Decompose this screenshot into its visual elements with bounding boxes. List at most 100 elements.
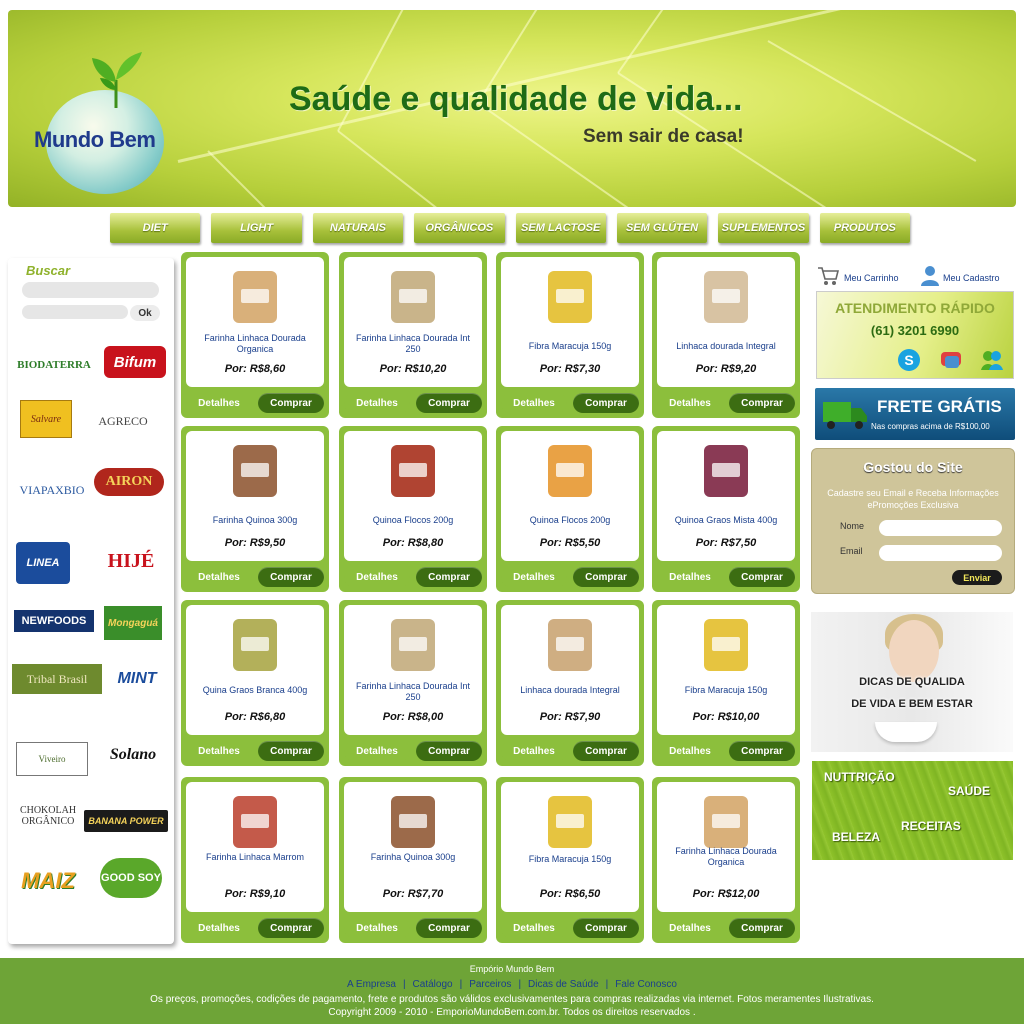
brand-mint[interactable]: MINT (112, 662, 162, 696)
brand-agreco[interactable]: AGRECO (94, 396, 152, 446)
product-image[interactable] (548, 796, 592, 848)
account-link[interactable]: Meu Cadastro (943, 273, 1000, 283)
product-name[interactable]: Linhaca dourada Integral (507, 685, 633, 696)
details-button[interactable]: Detalhes (186, 567, 252, 587)
footer-link-catalogo[interactable]: Catálogo (413, 979, 453, 990)
buy-button[interactable]: Comprar (416, 918, 482, 938)
details-button[interactable]: Detalhes (657, 567, 723, 587)
product-name[interactable]: Farinha Linhaca Dourada Int 250 (350, 681, 476, 703)
product-image[interactable] (704, 445, 748, 497)
product-name[interactable]: Quinoa Graos Mista 400g (663, 515, 789, 526)
product-name[interactable]: Farinha Linhaca Dourada Int 250 (350, 333, 476, 355)
cart-link[interactable]: Meu Carrinho (844, 273, 899, 283)
buy-button[interactable]: Comprar (258, 393, 324, 413)
search-ok-button[interactable]: Ok (130, 305, 160, 321)
brand-good-soy[interactable]: GOOD SOY (100, 858, 162, 898)
product-image[interactable] (391, 796, 435, 848)
email-field[interactable] (879, 545, 1002, 561)
details-button[interactable]: Detalhes (344, 567, 410, 587)
buy-button[interactable]: Comprar (729, 393, 795, 413)
nav-tab-light[interactable]: LIGHT (211, 213, 302, 243)
details-button[interactable]: Detalhes (501, 918, 567, 938)
details-button[interactable]: Detalhes (501, 567, 567, 587)
brand-linea[interactable]: LINEA (16, 542, 70, 584)
brand-viapaxbio[interactable]: VIAPAXBIO (12, 472, 92, 508)
product-name[interactable]: Farinha Linhaca Dourada Organica (663, 846, 789, 868)
buy-button[interactable]: Comprar (416, 393, 482, 413)
product-name[interactable]: Farinha Linhaca Dourada Organica (192, 333, 318, 355)
buy-button[interactable]: Comprar (729, 918, 795, 938)
footer-link-parceiros[interactable]: Parceiros (469, 979, 511, 990)
tips-banner[interactable]: DICAS DE QUALIDA DE VIDA E BEM ESTAR (811, 612, 1013, 752)
footer-link-contato[interactable]: Fale Conosco (615, 979, 677, 990)
product-image[interactable] (548, 271, 592, 323)
brand-salvare[interactable]: Salvare (20, 400, 72, 438)
details-button[interactable]: Detalhes (186, 918, 252, 938)
buy-button[interactable]: Comprar (573, 918, 639, 938)
product-image[interactable] (548, 619, 592, 671)
brand-solano[interactable]: Solano (100, 738, 166, 772)
buy-button[interactable]: Comprar (258, 741, 324, 761)
nav-tab-organicos[interactable]: ORGÂNICOS (414, 213, 505, 243)
brand-hije[interactable]: HIJÉ (100, 544, 162, 578)
brand-mongagua[interactable]: Mongaguá (104, 606, 162, 640)
product-image[interactable] (548, 445, 592, 497)
brand-tribal-brasil[interactable]: Tribal Brasil (12, 664, 102, 694)
brand-newfoods[interactable]: NEWFOODS (14, 610, 94, 632)
buy-button[interactable]: Comprar (573, 393, 639, 413)
product-name[interactable]: Linhaca dourada Integral (663, 341, 789, 352)
details-button[interactable]: Detalhes (344, 918, 410, 938)
skype-icon[interactable]: S (897, 348, 921, 372)
product-image[interactable] (391, 619, 435, 671)
details-button[interactable]: Detalhes (501, 741, 567, 761)
topic-beleza[interactable]: BELEZA (832, 830, 880, 844)
product-image[interactable] (233, 445, 277, 497)
product-image[interactable] (704, 796, 748, 848)
product-image[interactable] (391, 445, 435, 497)
brand-maiz[interactable]: MAIZ (16, 862, 80, 900)
product-name[interactable]: Farinha Quinoa 300g (192, 515, 318, 526)
details-button[interactable]: Detalhes (657, 741, 723, 761)
nav-tab-naturais[interactable]: NATURAIS (312, 213, 404, 243)
user-icon[interactable] (919, 264, 941, 286)
product-image[interactable] (233, 271, 277, 323)
product-image[interactable] (233, 796, 277, 848)
details-button[interactable]: Detalhes (501, 393, 567, 413)
product-image[interactable] (704, 619, 748, 671)
free-shipping-banner[interactable]: FRETE GRÁTIS Nas compras acima de R$100,… (815, 388, 1015, 440)
details-button[interactable]: Detalhes (186, 741, 252, 761)
nav-tab-sem-gluten[interactable]: SEM GLÚTEN (616, 213, 708, 243)
logo-text[interactable]: Mundo Bem (34, 127, 156, 153)
product-name[interactable]: Quinoa Flocos 200g (350, 515, 476, 526)
product-name[interactable]: Farinha Quinoa 300g (350, 852, 476, 863)
submit-button[interactable]: Enviar (952, 570, 1002, 585)
topic-nutricao[interactable]: NUTTRIÇÃO (824, 770, 895, 784)
buy-button[interactable]: Comprar (573, 741, 639, 761)
buy-button[interactable]: Comprar (258, 567, 324, 587)
product-image[interactable] (704, 271, 748, 323)
product-name[interactable]: Quinoa Flocos 200g (507, 515, 633, 526)
buy-button[interactable]: Comprar (416, 567, 482, 587)
brand-biodaterra[interactable]: BIODATERRA (12, 346, 96, 384)
nav-tab-diet[interactable]: DIET (110, 213, 201, 243)
details-button[interactable]: Detalhes (657, 393, 723, 413)
topic-saude[interactable]: SAÚDE (948, 784, 990, 798)
details-button[interactable]: Detalhes (657, 918, 723, 938)
product-name[interactable]: Farinha Linhaca Marrom (192, 852, 318, 863)
details-button[interactable]: Detalhes (186, 393, 252, 413)
buy-button[interactable]: Comprar (258, 918, 324, 938)
brand-airon[interactable]: AIRON (94, 468, 164, 496)
buy-button[interactable]: Comprar (729, 741, 795, 761)
product-name[interactable]: Quina Graos Branca 400g (192, 685, 318, 696)
nav-tab-produtos[interactable]: PRODUTOS (819, 213, 910, 243)
topic-receitas[interactable]: RECEITAS (901, 819, 961, 833)
search-input-secondary[interactable] (22, 305, 128, 319)
name-field[interactable] (879, 520, 1002, 536)
buy-button[interactable]: Comprar (416, 741, 482, 761)
msn-icon[interactable] (979, 348, 1005, 372)
brand-banana-power[interactable]: BANANA POWER (84, 810, 168, 832)
search-input[interactable] (22, 282, 159, 298)
shopping-cart-icon[interactable] (817, 266, 839, 286)
buy-button[interactable]: Comprar (729, 567, 795, 587)
product-name[interactable]: Fibra Maracuja 150g (507, 341, 633, 352)
